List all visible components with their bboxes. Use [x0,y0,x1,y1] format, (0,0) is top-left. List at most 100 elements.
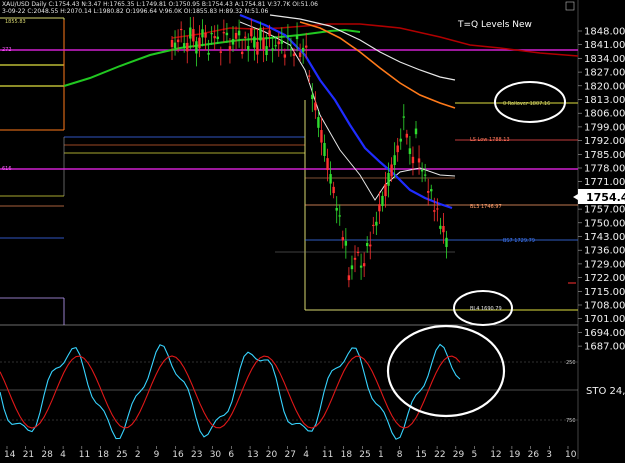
candle-body [356,251,360,254]
candle-body [207,52,210,55]
price-axis-label: 1715.00 [584,287,625,298]
candle-body [204,32,207,38]
candle-body [362,263,366,267]
magenta-level-tag: 616 [2,166,12,172]
candle-body [210,33,213,35]
candle-body [399,138,402,142]
date-axis-label: 25 [116,450,127,459]
candle-body [308,75,311,77]
candle-body [234,32,238,39]
price-chart[interactable]: XAU/USD Daily C:1754.43 N:3.47 H:1765.35… [0,0,625,460]
candle-body [219,51,222,53]
candle-body [414,128,418,135]
candle-body [445,237,448,247]
candle-body [335,207,338,211]
date-axis-label: 20 [266,450,278,459]
price-axis-label: 1792.00 [584,136,625,147]
candle-body [372,224,375,227]
candle-body [183,43,186,48]
candle-body [240,51,244,55]
date-axis-label: 22 [434,450,445,459]
price-axis-label: 1757.00 [584,205,625,216]
candle-body [265,46,268,56]
candle-body [231,38,235,45]
candle-body [405,133,409,138]
price-axis-label: 1701.00 [584,314,625,325]
candle-body [323,143,326,156]
candle-body [268,30,271,37]
date-axis-label: 8 [397,450,403,459]
candle-body [436,208,439,210]
bl3-level-label: BL3 1746.97 [470,204,502,210]
candle-body [298,52,302,58]
candle-body [286,35,290,38]
date-axis-label: 19 [509,450,521,459]
candle-body [341,237,344,241]
date-axis-label: 9 [154,450,160,459]
candle-body [393,155,396,166]
candle-body [350,265,354,270]
candle-body [396,145,399,153]
candle-body [195,41,198,54]
candle-body [320,130,323,143]
candle-body [250,28,253,37]
candle-body [317,117,320,128]
candle-body [253,36,256,48]
date-axis-label: 30 [210,450,222,459]
price-axis-label: 1771.00 [584,177,625,188]
candle-body [277,41,280,45]
date-axis-label: 28 [41,450,53,459]
candle-body [301,47,305,52]
date-axis-label: 13 [247,450,258,459]
date-axis-label: 5 [472,450,478,459]
price-axis-label: 1820.00 [584,81,625,92]
price-axis-label: 1729.00 [584,259,625,270]
candle-body [338,215,341,217]
bs7-level-label: BS7 1729.79 [503,238,535,244]
left-level-tag: 1855.83 [5,19,26,25]
price-axis-label: 1778.00 [584,164,625,175]
chart-title: T=Q Levels New [457,20,532,30]
candle-body [192,29,195,42]
date-axis-label: 6 [228,450,234,459]
candle-body [228,46,232,51]
price-axis-label: 1834.00 [584,54,625,65]
candle-body [274,45,277,47]
candle-body [222,32,226,34]
candle-body [344,241,348,246]
date-axis-label: 29 [453,450,465,459]
date-axis-label: 18 [98,450,110,459]
date-axis-label: 25 [359,450,370,459]
candle-body [289,49,293,51]
candle-body [280,40,283,44]
candle-body [332,186,335,194]
candle-body [237,30,241,36]
date-axis-label: 14 [4,450,16,459]
candle-body [326,158,329,171]
candle-body [186,42,189,52]
price-axis-label: 1799.00 [584,122,625,133]
chart-window[interactable]: XAU/USD Daily C:1754.43 N:3.47 H:1765.35… [0,0,625,460]
candle-body [384,184,387,197]
candle-body [247,45,250,51]
candle-body [359,265,363,268]
price-axis-label: 1708.00 [584,301,625,312]
candle-body [256,41,259,55]
candle-body [244,36,247,38]
price-axis-label: 1806.00 [584,109,625,120]
candle-body [353,257,357,260]
date-axis-label: 15 [415,450,426,459]
price-axis-label: 1841.00 [584,40,625,51]
date-axis-label: 21 [23,450,34,459]
candle-body [311,94,314,100]
candle-body [423,174,427,176]
date-axis-label: 23 [191,450,202,459]
candle-body [216,36,219,40]
candle-body [201,29,204,38]
candle-body [387,173,390,186]
rollover-level-label: 0 Rollover 1807.16 [503,101,550,107]
date-axis-label: 12 [490,450,501,459]
date-axis-label: 1 [378,450,384,459]
indicator-label: STO 24, [586,386,625,397]
candle-body [225,32,229,36]
